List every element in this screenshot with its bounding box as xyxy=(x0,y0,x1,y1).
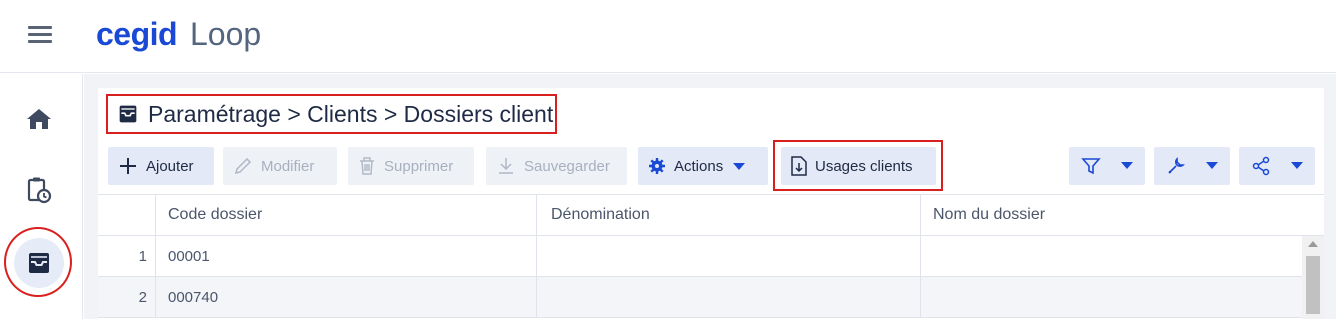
page-title: Paramétrage > Clients > Dossiers client xyxy=(106,94,557,134)
client-usages-button[interactable]: Usages clients xyxy=(781,147,936,185)
column-header-name[interactable]: Dénomination xyxy=(537,195,921,235)
sidebar xyxy=(0,74,83,319)
tools-button[interactable] xyxy=(1154,147,1230,185)
edit-button[interactable]: Modifier xyxy=(223,147,337,185)
row-number: 1 xyxy=(98,236,156,276)
vertical-scrollbar[interactable] xyxy=(1302,236,1324,319)
data-grid: Code dossier Dénomination Nom du dossier… xyxy=(98,194,1324,319)
sidebar-item-inbox[interactable] xyxy=(14,238,64,288)
column-header-folder-name[interactable]: Nom du dossier xyxy=(921,195,1324,235)
scroll-thumb[interactable] xyxy=(1306,256,1320,314)
table-row[interactable]: 1 00001 xyxy=(98,236,1304,277)
filter-icon xyxy=(1081,158,1101,175)
inbox-tray-icon xyxy=(29,253,49,273)
sidebar-item-tasks[interactable] xyxy=(18,169,60,211)
top-bar: cegid Loop xyxy=(0,0,1336,73)
share-button[interactable] xyxy=(1239,147,1315,185)
chevron-down-icon xyxy=(1206,162,1218,169)
gear-icon xyxy=(648,157,666,175)
table-row[interactable]: 2 000740 xyxy=(98,277,1304,318)
clipboard-clock-icon xyxy=(27,177,52,204)
download-icon xyxy=(496,156,516,176)
sidebar-item-home[interactable] xyxy=(18,98,60,140)
cell-name-redacted xyxy=(537,277,921,317)
share-icon xyxy=(1252,156,1270,176)
chevron-down-icon xyxy=(1291,162,1303,169)
delete-label: Supprimer xyxy=(384,157,454,175)
save-label: Sauvegarder xyxy=(524,157,610,175)
trash-icon xyxy=(358,156,376,176)
menu-icon[interactable] xyxy=(28,24,54,44)
cell-name-redacted xyxy=(537,236,921,276)
cell-code: 00001 xyxy=(156,236,537,276)
home-icon xyxy=(27,109,51,129)
column-header-code[interactable]: Code dossier xyxy=(156,195,537,235)
edit-label: Modifier xyxy=(261,157,315,175)
chevron-down-icon xyxy=(733,158,746,175)
row-number-header xyxy=(98,195,156,235)
inbox-tray-icon xyxy=(119,105,137,123)
filter-button[interactable] xyxy=(1069,147,1145,185)
file-download-icon xyxy=(791,156,807,176)
brand-name: cegid xyxy=(96,16,178,52)
pencil-icon xyxy=(233,156,253,176)
actions-label: Actions xyxy=(674,157,724,175)
delete-button[interactable]: Supprimer xyxy=(348,147,474,185)
product-name: Loop xyxy=(189,16,262,52)
chevron-down-icon xyxy=(1121,162,1133,169)
plus-icon xyxy=(118,156,138,176)
row-number: 2 xyxy=(98,277,156,317)
save-button[interactable]: Sauvegarder xyxy=(486,147,627,185)
app-logo: cegid Loop xyxy=(96,14,261,54)
cell-folder-redacted xyxy=(921,236,1304,276)
cell-folder-redacted xyxy=(921,277,1304,317)
cell-code: 000740 xyxy=(156,277,537,317)
add-button[interactable]: Ajouter xyxy=(108,147,214,185)
grid-header: Code dossier Dénomination Nom du dossier xyxy=(98,194,1324,236)
add-label: Ajouter xyxy=(146,157,194,175)
scroll-up-icon[interactable] xyxy=(1308,241,1318,247)
actions-button[interactable]: Actions xyxy=(638,147,768,185)
client-usages-label: Usages clients xyxy=(815,157,913,175)
breadcrumb: Paramétrage > Clients > Dossiers client xyxy=(148,100,554,127)
wrench-icon xyxy=(1168,157,1185,174)
